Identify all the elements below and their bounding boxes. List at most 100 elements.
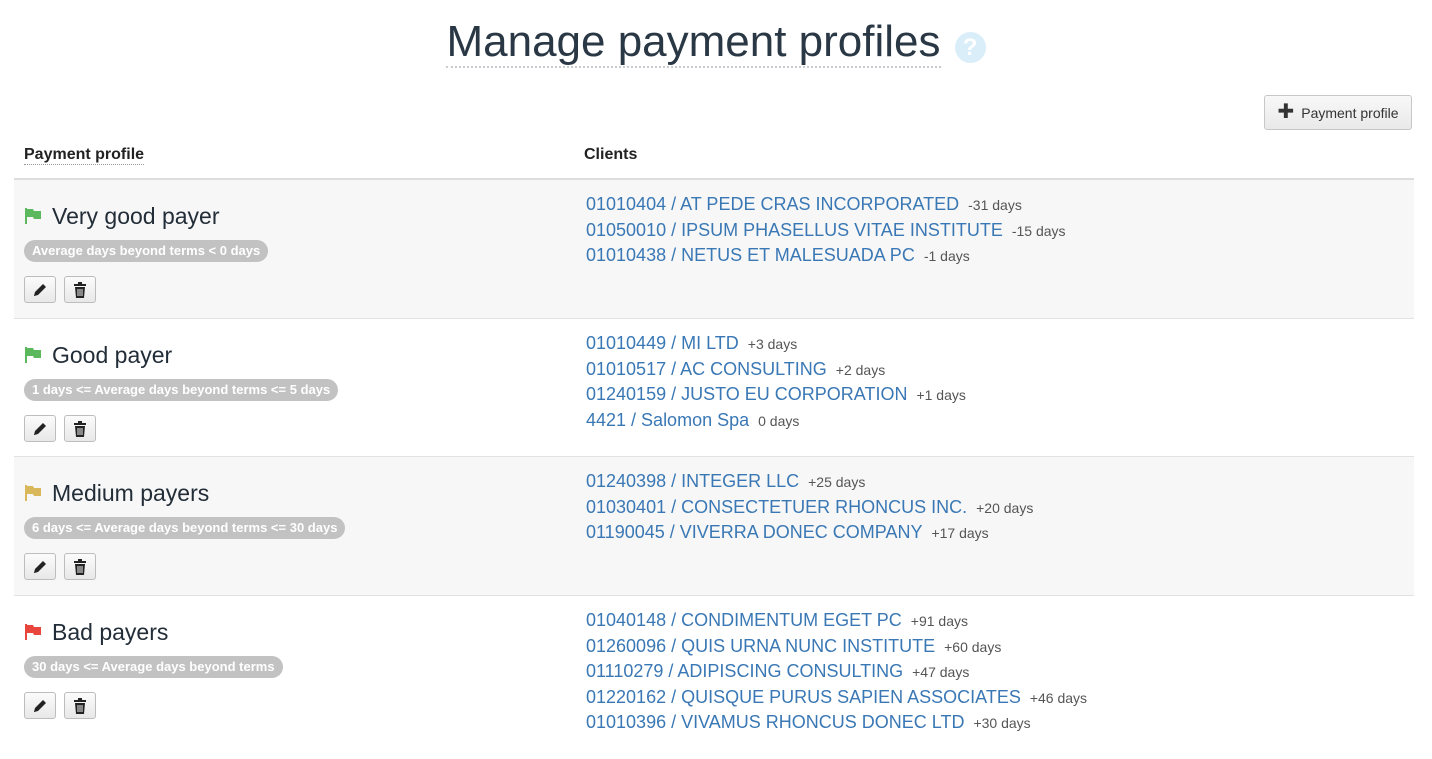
profile-actions xyxy=(24,276,268,303)
profile-name: Very good payer xyxy=(24,202,268,230)
client-link[interactable]: 01220162 / QUISQUE PURUS SAPIEN ASSOCIAT… xyxy=(586,687,1021,707)
pencil-icon xyxy=(34,699,46,712)
client-link[interactable]: 01240398 / INTEGER LLC xyxy=(586,471,799,491)
edit-profile-button[interactable] xyxy=(24,415,56,442)
edit-profile-button[interactable] xyxy=(24,692,56,719)
client-link[interactable]: 01010449 / MI LTD xyxy=(586,333,739,353)
client-item: 01010517 / AC CONSULTING +2 days xyxy=(586,357,966,383)
client-link[interactable]: 01030401 / CONSECTETUER RHONCUS INC. xyxy=(586,497,967,517)
client-link[interactable]: 01010517 / AC CONSULTING xyxy=(586,359,827,379)
trash-icon xyxy=(74,281,86,298)
criteria-badge: 30 days <= Average days beyond terms xyxy=(24,656,283,678)
profile-cell: Very good payer Average days beyond term… xyxy=(24,202,269,303)
client-item: 01260096 / QUIS URNA NUNC INSTITUTE +60 d… xyxy=(586,634,1087,660)
client-days: +3 days xyxy=(747,336,798,352)
header-clients: Clients xyxy=(584,146,638,163)
edit-profile-button[interactable] xyxy=(24,276,56,303)
client-link[interactable]: 01010396 / VIVAMUS RHONCUS DONEC LTD xyxy=(586,712,964,732)
client-days: 0 days xyxy=(758,412,800,429)
delete-profile-button[interactable] xyxy=(64,415,96,442)
client-link[interactable]: 01110279 / ADIPISCING CONSULTING xyxy=(586,661,903,681)
clients-cell: 01040148 / CONDIMENTUM EGET PC +91 days 0… xyxy=(586,608,1087,736)
client-days: +17 days xyxy=(931,525,989,541)
client-item: 01010404 / AT PEDE CRAS INCORPORATED -31 … xyxy=(586,192,1066,218)
client-item: 01030401 / CONSECTETUER RHONCUS INC. +20 … xyxy=(586,495,1033,521)
profile-name: Good payer xyxy=(24,341,338,369)
clients-cell: 01010449 / MI LTD +3 days 01010517 / AC C… xyxy=(586,331,966,433)
client-link[interactable]: 01010438 / NETUS ET MALESUADA PC xyxy=(586,245,915,265)
client-item: 01240398 / INTEGER LLC +25 days xyxy=(586,469,1033,495)
pencil-icon xyxy=(34,560,46,573)
profile-name-text: Very good payer xyxy=(52,202,220,229)
profile-name: Bad payers xyxy=(24,618,283,646)
profile-actions xyxy=(24,553,345,580)
client-days: +25 days xyxy=(808,474,866,490)
clients-cell: 01240398 / INTEGER LLC +25 days 01030401 … xyxy=(586,469,1033,546)
client-link[interactable]: 4421 / Salomon Spa xyxy=(586,410,749,430)
page-title-text: Manage payment profiles xyxy=(446,17,941,68)
delete-profile-button[interactable] xyxy=(64,553,96,580)
client-link[interactable]: 01240159 / JUSTO EU CORPORATION xyxy=(586,384,907,404)
profile-name-text: Bad payers xyxy=(52,618,169,645)
plus-icon: ✚ xyxy=(1277,100,1295,123)
client-days: -31 days xyxy=(968,197,1022,213)
client-days: +2 days xyxy=(835,361,886,378)
trash-icon xyxy=(74,697,86,714)
client-item: 01220162 / QUISQUE PURUS SAPIEN ASSOCIAT… xyxy=(586,685,1087,711)
client-item: 01050010 / IPSUM PHASELLUS VITAE INSTITU… xyxy=(586,218,1066,244)
client-days: +46 days xyxy=(1029,689,1088,706)
payment-profiles-page: Manage payment profiles? ✚ Payment profi… xyxy=(0,0,1432,759)
client-item: 01010449 / MI LTD +3 days xyxy=(586,331,966,357)
pencil-icon xyxy=(34,422,46,435)
client-link[interactable]: 01010404 / AT PEDE CRAS INCORPORATED xyxy=(586,194,959,214)
profile-cell: Medium payers 6 days <= Average days bey… xyxy=(24,479,346,580)
profile-cell: Bad payers 30 days <= Average days beyon… xyxy=(24,618,283,719)
client-days: -1 days xyxy=(923,248,970,264)
criteria-badge: 1 days <= Average days beyond terms <= 5… xyxy=(24,379,339,401)
client-link[interactable]: 01260096 / QUIS URNA NUNC INSTITUTE xyxy=(586,636,935,656)
client-days: +20 days xyxy=(976,499,1034,516)
profile-name: Medium payers xyxy=(24,479,345,507)
page-header: Manage payment profiles? xyxy=(0,16,1432,68)
page-title: Manage payment profiles xyxy=(446,16,941,68)
profile-row-medium-payers: Medium payers 6 days <= Average days bey… xyxy=(14,457,1414,596)
add-payment-profile-label: Payment profile xyxy=(1301,104,1399,121)
flag-icon xyxy=(25,624,41,640)
trash-icon xyxy=(74,558,86,575)
delete-profile-button[interactable] xyxy=(64,692,96,719)
table-header: Payment profile Clients xyxy=(14,138,1414,180)
profile-row-good-payer: Good payer 1 days <= Average days beyond… xyxy=(14,319,1414,457)
flag-icon xyxy=(25,208,41,224)
profile-name-text: Good payer xyxy=(52,341,173,368)
criteria-badge: Average days beyond terms < 0 days xyxy=(24,240,269,262)
pencil-icon xyxy=(34,283,46,296)
clients-cell: 01010404 / AT PEDE CRAS INCORPORATED -31 … xyxy=(586,192,1066,269)
client-item: 01010438 / NETUS ET MALESUADA PC -1 days xyxy=(586,243,1066,269)
edit-profile-button[interactable] xyxy=(24,553,56,580)
profile-row-bad-payers: Bad payers 30 days <= Average days beyon… xyxy=(14,596,1414,746)
profile-actions xyxy=(24,692,283,719)
client-days: +91 days xyxy=(910,613,968,629)
client-days: +1 days xyxy=(916,387,966,403)
profile-cell: Good payer 1 days <= Average days beyond… xyxy=(24,341,339,442)
payment-profiles-table: Payment profile Clients Very good payer … xyxy=(14,138,1414,746)
question-circle-icon[interactable]: ? xyxy=(954,32,986,64)
client-link[interactable]: 01190045 / VIVERRA DONEC COMPANY xyxy=(586,522,922,542)
client-item: 01240159 / JUSTO EU CORPORATION +1 days xyxy=(586,382,966,408)
client-link[interactable]: 01040148 / CONDIMENTUM EGET PC xyxy=(586,610,902,630)
add-payment-profile-button[interactable]: ✚ Payment profile xyxy=(1264,95,1412,130)
client-item: 01040148 / CONDIMENTUM EGET PC +91 days xyxy=(586,608,1087,634)
profile-row-very-good-payer: Very good payer Average days beyond term… xyxy=(14,180,1414,319)
flag-icon xyxy=(25,485,41,501)
delete-profile-button[interactable] xyxy=(64,276,96,303)
client-days: +30 days xyxy=(973,715,1031,731)
profile-actions xyxy=(24,415,338,442)
client-days: +47 days xyxy=(912,664,970,680)
flag-icon xyxy=(25,347,41,363)
client-item: 01110279 / ADIPISCING CONSULTING +47 days xyxy=(586,659,1087,685)
criteria-badge: 6 days <= Average days beyond terms <= 3… xyxy=(24,517,346,539)
client-item: 4421 / Salomon Spa 0 days xyxy=(586,408,966,434)
client-link[interactable]: 01050010 / IPSUM PHASELLUS VITAE INSTITU… xyxy=(586,220,1003,240)
header-payment-profile[interactable]: Payment profile xyxy=(24,146,145,165)
profile-name-text: Medium payers xyxy=(52,479,210,506)
